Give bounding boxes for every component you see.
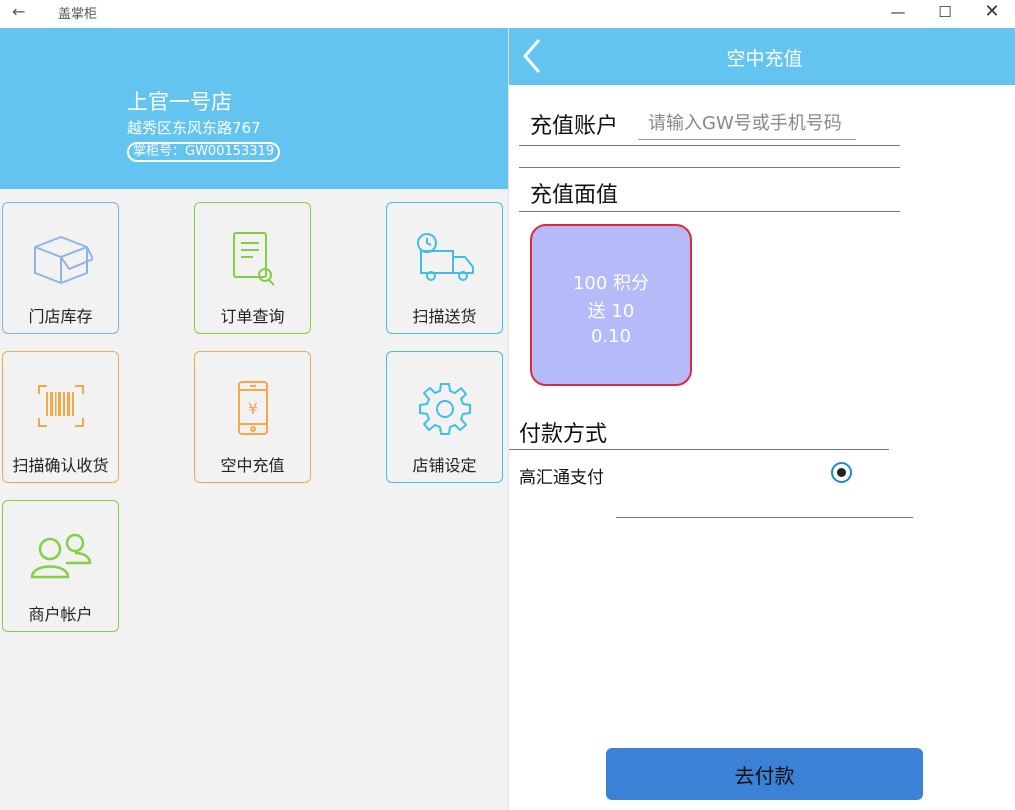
users-icon [3,527,118,597]
tile-scan-receive[interactable]: 扫描确认收货 [2,351,119,483]
store-header: 上官一号店 越秀区东风东路767 掌柜号：GW00153319 [0,28,508,189]
recharge-title: 空中充值 [726,48,803,70]
payment-option-radio[interactable] [831,462,852,483]
back-arrow-icon[interactable]: ← [12,2,34,22]
divider [509,449,889,450]
tile-label: 扫描确认收货 [12,456,109,475]
tile-scan-delivery[interactable]: 扫描送货 [386,202,503,334]
divider [519,211,900,212]
minimize-button[interactable]: — [875,0,921,26]
tile-label: 商户帐户 [28,605,93,624]
home-panel: 上官一号店 越秀区东风东路767 掌柜号：GW00153319 门店库存 订单查… [0,28,508,810]
card-price: 0.10 [590,326,632,347]
tile-label: 空中充值 [220,456,285,475]
payment-method-label: 付款方式 [519,422,608,447]
tile-merchant-account[interactable]: 商户帐户 [2,500,119,632]
account-label: 充值账户 [530,114,619,139]
recharge-panel: 空中充值 充值账户 充值面值 100 积分 送 10 0.10 付款方式 高汇通… [508,28,1015,810]
store-address: 越秀区东风东路767 [127,119,261,137]
svg-text:¥: ¥ [247,399,257,418]
recharge-header: 空中充值 [509,28,1015,85]
face-value-label: 充值面值 [530,183,619,208]
phone-yuan-icon: ¥ [195,378,310,448]
divider [519,167,900,168]
card-points: 100 积分 [572,273,650,294]
order-search-icon [195,229,310,299]
tile-air-recharge[interactable]: ¥ 空中充值 [194,351,311,483]
delivery-truck-icon [387,229,502,299]
tile-label: 订单查询 [220,307,285,326]
tile-label: 扫描送货 [412,307,477,326]
divider [519,145,900,146]
store-name: 上官一号店 [127,90,232,114]
tile-order-query[interactable]: 订单查询 [194,202,311,334]
box-icon [3,229,118,299]
close-button[interactable]: ✕ [969,0,1015,26]
account-input[interactable] [638,108,856,140]
window-titlebar: ← 盖掌柜 — ☐ ✕ [0,0,1015,28]
card-bonus: 送 10 [587,301,635,322]
tile-store-inventory[interactable]: 门店库存 [2,202,119,334]
maximize-button[interactable]: ☐ [922,0,968,26]
pay-button[interactable]: 去付款 [606,748,923,800]
payment-option-label: 高汇通支付 [519,468,604,488]
recharge-card-option[interactable]: 100 积分 送 10 0.10 [530,224,692,386]
window-title: 盖掌柜 [58,7,98,22]
radio-selected-dot [837,468,846,477]
divider [616,517,913,518]
barcode-scan-icon [3,378,118,448]
gear-icon [387,378,502,448]
tile-label: 门店库存 [28,307,93,326]
store-code-badge: 掌柜号：GW00153319 [127,142,281,162]
tile-store-settings[interactable]: 店铺设定 [386,351,503,483]
tile-label: 店铺设定 [412,456,477,475]
